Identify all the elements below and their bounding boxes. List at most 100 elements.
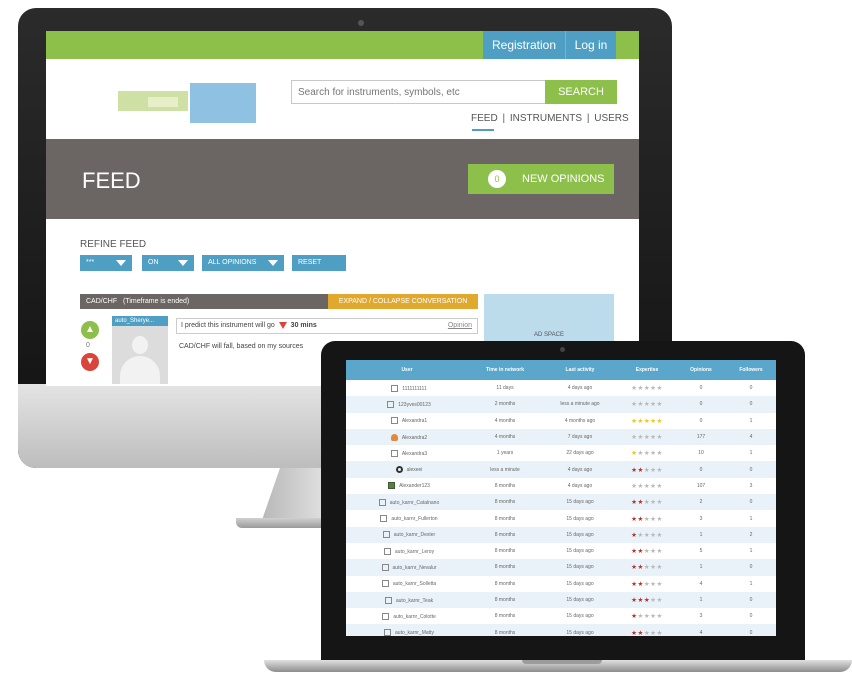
column-header-last-activity[interactable]: Last activity <box>542 360 618 380</box>
square-icon <box>390 417 398 425</box>
time-in-network: 11 days <box>496 385 514 392</box>
table-row[interactable]: 1111111111 11 days 4 days ago ★★★★★ 0 0 <box>346 380 776 396</box>
username[interactable]: Alexandra1 <box>402 418 427 424</box>
opinions-count: 3 <box>699 515 703 522</box>
username[interactable]: auto_karnr_Catalnano <box>390 500 439 506</box>
thumbs-down-icon[interactable]: ▼ <box>81 353 99 371</box>
username[interactable]: auto_karnr_Nevalur <box>393 565 437 571</box>
user-cell[interactable]: Alexandra1 <box>346 413 468 429</box>
followers-count: 0 <box>726 461 776 478</box>
search-input[interactable] <box>291 80 547 104</box>
avatar[interactable]: auto_Sherye... <box>112 316 168 384</box>
username[interactable]: 123yves00123 <box>398 402 431 408</box>
user-cell[interactable]: auto_karnr_Catalnano <box>346 494 468 511</box>
time-in-network: 8 months <box>468 526 542 543</box>
filter-rating-dropdown[interactable]: *** <box>80 255 132 271</box>
username[interactable]: Alexandra2 <box>402 434 427 440</box>
column-header-followers[interactable]: Followers <box>726 360 776 380</box>
new-opinions-button[interactable]: 0 NEW OPINIONS <box>468 164 614 194</box>
table-row[interactable]: auto_karnr_Teak 8 months 15 days ago ★★★★★ 1… <box>346 591 776 609</box>
filter-on-dropdown[interactable]: ON <box>142 255 194 271</box>
user-cell[interactable]: auto_karnr_Nevalur <box>346 559 468 576</box>
user-silhouette-icon <box>132 336 148 354</box>
time-in-network: 1 years <box>496 450 514 457</box>
column-header-opinions[interactable]: Opinions <box>676 360 726 380</box>
opinion-text: CAD/CHF will fall, based on my sources <box>179 343 304 350</box>
opinions-count: 0 <box>699 385 703 392</box>
username[interactable]: alexeei <box>407 467 423 473</box>
username[interactable]: auto_karnr_Leroy <box>395 548 434 554</box>
username[interactable]: auto_karnr_Fullerton <box>391 516 437 522</box>
username[interactable]: auto_karnr_Teak <box>396 597 433 603</box>
user-cell[interactable]: alexeei <box>346 461 468 478</box>
user-cell[interactable]: auto_karnr_Matty <box>346 624 468 636</box>
expertise-rating: ★★★★★ <box>618 559 676 576</box>
table-row[interactable]: Alexander123 8 months 4 days ago ★★★★★ 107 3 <box>346 478 776 494</box>
tab-users[interactable]: USERS <box>594 113 628 124</box>
username[interactable]: auto_karnr_Matty <box>395 630 434 636</box>
square-icon <box>384 629 392 636</box>
user-cell[interactable]: auto_karnr_Solletta <box>346 576 468 592</box>
table-row[interactable]: auto_karnr_Dexter 8 months 15 days ago ★★★★… <box>346 526 776 543</box>
column-header-user[interactable]: User <box>346 360 468 380</box>
site-logo[interactable] <box>118 81 258 127</box>
star-icon: ★ <box>656 597 663 604</box>
user-cell[interactable]: auto_karnr_Fullerton <box>346 510 468 526</box>
table-row[interactable]: 123yves00123 2 months less a minute ago ★★★… <box>346 396 776 413</box>
filter-opinions-dropdown[interactable]: ALL OPINIONS <box>202 255 284 271</box>
table-row[interactable]: auto_karnr_Fullerton 8 months 15 days ago ★… <box>346 510 776 526</box>
username[interactable]: 1111111111 <box>402 385 426 391</box>
search-button[interactable]: SEARCH <box>545 80 617 104</box>
login-button[interactable]: Log in <box>566 31 616 59</box>
user-cell[interactable]: auto_karnr_Teak <box>346 591 468 609</box>
user-cell[interactable]: Alexandra3 <box>346 445 468 461</box>
table-row[interactable]: Alexandra3 1 years 22 days ago ★★★★★ 10 1 <box>346 445 776 461</box>
opinions-count: 5 <box>699 548 703 555</box>
expertise-rating: ★★★★★ <box>618 624 676 636</box>
tab-instruments[interactable]: INSTRUMENTS <box>510 113 582 124</box>
user-cell[interactable]: Alexandra2 <box>346 428 468 446</box>
expertise-rating: ★★★★★ <box>618 526 676 543</box>
username[interactable]: Alexander123 <box>399 483 430 489</box>
nav-separator: | <box>586 113 590 124</box>
last-activity: 15 days ago <box>542 624 618 636</box>
table-row[interactable]: alexeei less a minute 4 days ago ★★★★★ 0 0 <box>346 461 776 478</box>
followers-count: 0 <box>726 559 776 576</box>
prediction-box: I predict this instrument will go 30 min… <box>176 318 478 334</box>
user-cell[interactable]: 1111111111 <box>346 380 468 396</box>
table-row[interactable]: auto_karnr_Colotte 8 months 15 days ago ★★★… <box>346 608 776 624</box>
reset-filters-button[interactable]: RESET FILTERS <box>292 255 346 282</box>
user-cell[interactable]: Alexander123 <box>346 478 468 494</box>
expand-collapse-button[interactable]: EXPAND / COLLAPSE CONVERSATION <box>328 294 478 309</box>
registration-button[interactable]: Registration <box>483 31 565 59</box>
opinion-link[interactable]: Opinion <box>448 319 472 333</box>
column-header-expertise[interactable]: Expertise <box>618 360 676 380</box>
user-cell[interactable]: auto_karnr_Colotte <box>346 608 468 624</box>
username[interactable]: auto_karnr_Colotte <box>393 614 436 620</box>
square-icon <box>391 384 399 392</box>
square-icon <box>381 580 389 588</box>
tab-feed[interactable]: FEED <box>471 113 498 124</box>
user-cell[interactable]: 123yves00123 <box>346 396 468 413</box>
table-row[interactable]: auto_karnr_Catalnano 8 months 15 days ago ★… <box>346 494 776 511</box>
table-row[interactable]: auto_karnr_Matty 8 months 15 days ago ★★★★★… <box>346 624 776 636</box>
opinions-count: 107 <box>696 482 706 489</box>
last-activity: 15 days ago <box>542 591 618 609</box>
time-in-network: 4 months <box>468 428 542 446</box>
table-row[interactable]: auto_karnr_Nevalur 8 months 15 days ago ★★★… <box>346 559 776 576</box>
table-row[interactable]: Alexandra2 4 months 7 days ago ★★★★★ 177 4 <box>346 428 776 446</box>
column-header-time[interactable]: Time in network <box>468 360 542 380</box>
table-row[interactable]: auto_karnr_Solletta 8 months 15 days ago ★★… <box>346 576 776 592</box>
username[interactable]: auto_karnr_Solletta <box>393 581 436 587</box>
square-icon <box>380 515 388 523</box>
user-cell[interactable]: auto_karnr_Leroy <box>346 543 468 559</box>
thumbs-up-icon[interactable]: ▲ <box>81 321 99 339</box>
username[interactable]: Alexandra3 <box>402 451 427 457</box>
square-icon <box>382 612 390 620</box>
table-row[interactable]: Alexandra1 4 months 4 months ago ★★★★★ 0 1 <box>346 413 776 429</box>
square-icon <box>383 547 391 555</box>
user-cell[interactable]: auto_karnr_Dexter <box>346 526 468 543</box>
username[interactable]: auto_karnr_Dexter <box>394 532 435 538</box>
table-row[interactable]: auto_karnr_Leroy 8 months 15 days ago ★★★★★… <box>346 543 776 559</box>
table-header-row: User Time in network Last activity Exper… <box>346 360 776 380</box>
